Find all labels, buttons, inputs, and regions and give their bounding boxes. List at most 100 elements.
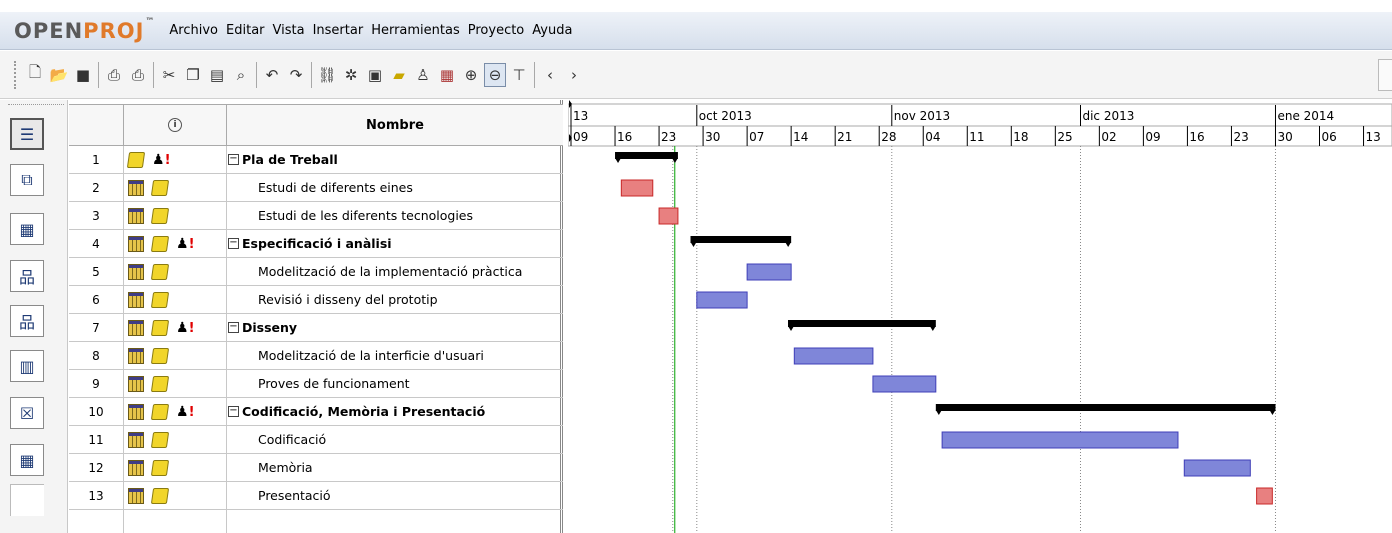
- task-name[interactable]: Codificació: [227, 426, 563, 453]
- gantt-chart[interactable]: 13 oct 2013 nov 2013 dic 2013 ene 2014 09 16 23…: [568, 100, 1392, 533]
- header-indicators[interactable]: i: [124, 105, 227, 145]
- table-row[interactable]: 7 ♟! − Disseny: [69, 314, 563, 342]
- task-name[interactable]: Estudi de diferents eines: [227, 174, 563, 201]
- task-name[interactable]: Modelització de la interficie d'usuari: [227, 342, 563, 369]
- summary-task-name[interactable]: − Pla de Treball: [227, 146, 563, 173]
- task-name[interactable]: Revisió i disseny del prototip: [227, 286, 563, 313]
- note-icon[interactable]: [126, 151, 146, 168]
- menu-editar[interactable]: Editar: [222, 23, 269, 38]
- row-id[interactable]: 6: [69, 286, 124, 313]
- row-id[interactable]: 1: [69, 146, 124, 173]
- task-name[interactable]: Proves de funcionament: [227, 370, 563, 397]
- task-name[interactable]: Modelització de la implementació pràctic…: [227, 258, 563, 285]
- header-name[interactable]: Nombre: [227, 105, 563, 145]
- menu-archivo[interactable]: Archivo: [165, 23, 222, 38]
- find-icon[interactable]: ⌕: [230, 63, 252, 87]
- undo-icon[interactable]: ↶: [261, 63, 283, 87]
- note-icon[interactable]: [150, 291, 170, 308]
- table-row[interactable]: 3 Estudi de les diferents tecnologies: [69, 202, 563, 230]
- note-icon[interactable]: [150, 319, 170, 336]
- report-view-icon[interactable]: ☒: [10, 397, 44, 429]
- note-icon[interactable]: [150, 347, 170, 364]
- print-preview-icon[interactable]: ⎙: [127, 63, 149, 87]
- scroll-left-icon[interactable]: ‹: [539, 63, 561, 87]
- new-icon[interactable]: 🗋: [24, 63, 46, 87]
- paste-icon[interactable]: ▤: [206, 63, 228, 87]
- print-icon[interactable]: ⎙: [103, 63, 125, 87]
- toolbar-grip[interactable]: [14, 60, 17, 89]
- task-name[interactable]: Memòria: [227, 454, 563, 481]
- task-usage-view-icon[interactable]: ▥: [10, 350, 44, 382]
- copy-icon[interactable]: ❐: [182, 63, 204, 87]
- task-name[interactable]: Estudi de les diferents tecnologies: [227, 202, 563, 229]
- cut-icon[interactable]: ✂: [158, 63, 180, 87]
- table-row[interactable]: 9 Proves de funcionament: [69, 370, 563, 398]
- open-icon[interactable]: 📂: [48, 63, 70, 87]
- collapse-toggle-icon[interactable]: −: [228, 406, 239, 417]
- summary-task-name[interactable]: − Especificació i anàlisi: [227, 230, 563, 257]
- table-row[interactable]: 10 ♟! − Codificació, Memòria i Presentació: [69, 398, 563, 426]
- row-id[interactable]: 2: [69, 174, 124, 201]
- save-icon[interactable]: ■: [72, 63, 94, 87]
- scroll-right-icon[interactable]: ›: [563, 63, 585, 87]
- resource-view-icon[interactable]: ▦: [10, 444, 44, 476]
- header-id[interactable]: [69, 105, 124, 145]
- note-icon[interactable]: [150, 179, 170, 196]
- wbs-view-icon[interactable]: 品: [10, 260, 44, 292]
- network-view-icon[interactable]: ⧉: [10, 164, 44, 196]
- resource-icon[interactable]: ♙: [412, 63, 434, 87]
- table-row[interactable]: 8 Modelització de la interficie d'usuari: [69, 342, 563, 370]
- note-icon[interactable]: [150, 263, 170, 280]
- unlink-icon[interactable]: ✲: [340, 63, 362, 87]
- summary-task-name[interactable]: − Codificació, Memòria i Presentació: [227, 398, 563, 425]
- menu-ayuda[interactable]: Ayuda: [528, 23, 576, 38]
- row-id[interactable]: 8: [69, 342, 124, 369]
- empty-row[interactable]: [69, 510, 563, 533]
- row-id[interactable]: 11: [69, 426, 124, 453]
- note-icon[interactable]: [150, 487, 170, 504]
- gantt-canvas[interactable]: 13 oct 2013 nov 2013 dic 2013 ene 2014 09 16 23…: [568, 100, 1392, 533]
- task-info-icon[interactable]: ▣: [364, 63, 386, 87]
- note-icon[interactable]: [150, 431, 170, 448]
- menu-herramientas[interactable]: Herramientas: [367, 23, 464, 38]
- note-icon[interactable]: [150, 459, 170, 476]
- table-row[interactable]: 1 ♟! − Pla de Treball: [69, 146, 563, 174]
- table-row[interactable]: 5 Modelització de la implementació pràcti…: [69, 258, 563, 286]
- table-row[interactable]: 13 Presentació: [69, 482, 563, 510]
- summary-task-name[interactable]: − Disseny: [227, 314, 563, 341]
- link-icon[interactable]: ⛓: [316, 63, 338, 87]
- menu-proyecto[interactable]: Proyecto: [464, 23, 529, 38]
- row-id[interactable]: 3: [69, 202, 124, 229]
- row-id[interactable]: 4: [69, 230, 124, 257]
- row-id[interactable]: 5: [69, 258, 124, 285]
- toolbar-overflow[interactable]: [1378, 59, 1392, 91]
- table-row[interactable]: 4 ♟! − Especificació i anàlisi: [69, 230, 563, 258]
- zoom-in-icon[interactable]: ⊕: [460, 63, 482, 87]
- collapse-toggle-icon[interactable]: −: [228, 154, 239, 165]
- collapse-toggle-icon[interactable]: −: [228, 238, 239, 249]
- filter-icon[interactable]: ⊤: [508, 63, 530, 87]
- table-row[interactable]: 11 Codificació: [69, 426, 563, 454]
- table-row[interactable]: 12 Memòria: [69, 454, 563, 482]
- note-icon[interactable]: [150, 403, 170, 420]
- row-id[interactable]: 12: [69, 454, 124, 481]
- table-row[interactable]: 2 Estudi de diferents eines: [69, 174, 563, 202]
- menu-insertar[interactable]: Insertar: [309, 23, 368, 38]
- row-id[interactable]: 7: [69, 314, 124, 341]
- table-row[interactable]: 6 Revisió i disseny del prototip: [69, 286, 563, 314]
- row-id[interactable]: 13: [69, 482, 124, 509]
- rbs-view-icon[interactable]: 品: [10, 305, 44, 337]
- menu-vista[interactable]: Vista: [269, 23, 309, 38]
- view-bar-more[interactable]: [10, 484, 44, 516]
- zoom-out-icon[interactable]: ⊖: [484, 62, 506, 87]
- resource-usage-view-icon[interactable]: ▦: [10, 213, 44, 245]
- redo-icon[interactable]: ↷: [285, 63, 307, 87]
- collapse-toggle-icon[interactable]: −: [228, 322, 239, 333]
- row-id[interactable]: 9: [69, 370, 124, 397]
- gantt-view-icon[interactable]: ☰: [10, 118, 44, 150]
- assign-icon[interactable]: ▦: [436, 63, 458, 87]
- row-id[interactable]: 10: [69, 398, 124, 425]
- note-icon[interactable]: [150, 207, 170, 224]
- task-name[interactable]: Presentació: [227, 482, 563, 509]
- note-icon[interactable]: [150, 375, 170, 392]
